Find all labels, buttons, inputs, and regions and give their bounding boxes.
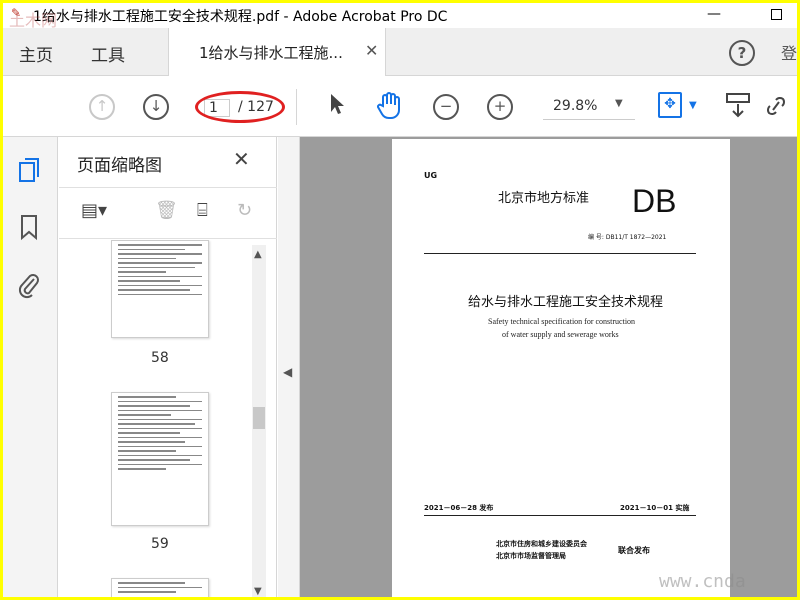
- standard-type: 北京市地方标准: [498, 191, 590, 206]
- acrobat-window: ✎ 1给水与排水工程施工安全技术规程.pdf - Adobe Acrobat P…: [3, 3, 797, 597]
- implement-date: 2021－10－01 实施: [620, 504, 690, 512]
- english-title-line1: Safety technical specification for const…: [488, 317, 636, 326]
- thumbnail-page[interactable]: [111, 240, 209, 338]
- options-menu-icon[interactable]: ▤▾: [81, 200, 107, 221]
- hand-tool-icon[interactable]: [375, 92, 405, 126]
- fit-page-icon[interactable]: ✥: [658, 92, 682, 118]
- zoom-value: 29.8%: [553, 98, 598, 114]
- left-nav-rail: [3, 137, 58, 597]
- page-thumbnails-icon[interactable]: [17, 157, 41, 191]
- scroll-down-icon[interactable]: ▼: [254, 586, 262, 597]
- help-icon[interactable]: ?: [729, 40, 755, 66]
- pdf-page: UG 北京市地方标准 DB 编 号: DB11/T 1872—2021 给水与排…: [392, 139, 730, 597]
- thumbnail-page[interactable]: [111, 392, 209, 526]
- panel-title: 页面缩略图: [77, 156, 162, 176]
- thumbnail-label: 59: [151, 536, 169, 552]
- bookmark-icon[interactable]: [17, 213, 41, 247]
- tab-home[interactable]: 主页: [19, 41, 53, 66]
- scan-icon[interactable]: [725, 92, 751, 125]
- select-cursor-icon[interactable]: [329, 92, 345, 122]
- collapse-panel-button[interactable]: ◀: [278, 137, 300, 597]
- watermark: www.cnda: [659, 571, 746, 592]
- thumbnail-label: 58: [151, 350, 169, 366]
- standard-code: 编 号: DB11/T 1872—2021: [588, 234, 667, 241]
- minimize-button[interactable]: —: [699, 3, 729, 27]
- document-title: 给水与排水工程施工安全技术规程: [468, 295, 664, 310]
- window-title: 1给水与排水工程施工安全技术规程.pdf - Adobe Acrobat Pro…: [33, 9, 448, 25]
- delete-icon[interactable]: 🗑: [155, 200, 178, 221]
- zoom-select[interactable]: 29.8% ▼: [543, 94, 635, 120]
- tab-tools[interactable]: 工具: [91, 41, 125, 66]
- chevron-down-icon[interactable]: ▼: [689, 100, 697, 111]
- maximize-button[interactable]: [761, 3, 791, 27]
- main-toolbar: ↑ ↓ 1 / 127 − + 29.8% ▼ ✥ ▼: [3, 77, 797, 137]
- document-tab-label: 1给水与排水工程施...: [199, 44, 343, 62]
- thumbnail-page[interactable]: [111, 578, 209, 597]
- document-viewer: ◀ UG 北京市地方标准 DB 编 号: DB11/T 1872—2021 给水…: [278, 137, 797, 597]
- chevron-down-icon: ▼: [615, 98, 623, 109]
- joint-release: 联合发布: [618, 546, 650, 555]
- english-title-line2: of water supply and sewerage works: [502, 330, 619, 339]
- issuer: 北京市市场监督管理局: [496, 552, 566, 560]
- zoom-out-button[interactable]: −: [433, 94, 459, 120]
- ug-label: UG: [424, 171, 438, 180]
- watermark: 土木网: [9, 11, 58, 30]
- thumbnail-toolbar: ▤▾ 🗑 ⌸ ↻: [59, 187, 277, 239]
- scrollbar-thumb[interactable]: [253, 407, 265, 429]
- next-page-button[interactable]: ↓: [143, 94, 169, 120]
- attachment-icon[interactable]: [17, 271, 41, 305]
- prev-page-button[interactable]: ↑: [89, 94, 115, 120]
- zoom-in-button[interactable]: +: [487, 94, 513, 120]
- thumbnail-list: 58 59: [59, 240, 259, 597]
- chevron-left-icon: ◀: [283, 365, 293, 379]
- rotate-icon[interactable]: ↻: [237, 200, 252, 221]
- close-panel-button[interactable]: ✕: [233, 147, 250, 171]
- close-tab-button[interactable]: ✕: [365, 41, 378, 60]
- issuer: 北京市住房和城乡建设委员会: [496, 540, 587, 548]
- scroll-up-icon[interactable]: ▲: [254, 249, 262, 260]
- highlight-oval: [195, 91, 285, 123]
- insert-page-icon[interactable]: ⌸: [197, 200, 208, 221]
- publish-date: 2021－06－28 发布: [424, 504, 494, 512]
- link-icon[interactable]: [761, 92, 791, 125]
- db-mark: DB: [632, 183, 677, 219]
- title-bar: ✎ 1给水与排水工程施工安全技术规程.pdf - Adobe Acrobat P…: [3, 3, 797, 27]
- thumbnails-panel: 页面缩略图 ✕ ▤▾ 🗑 ⌸ ↻ 58 59 ▲ ▼: [59, 137, 277, 597]
- divider: [424, 253, 696, 254]
- thumbnail-scrollbar[interactable]: ▲ ▼: [252, 245, 266, 597]
- toolbar-divider: [296, 89, 297, 125]
- tab-bar: 主页 工具 1给水与排水工程施... ✕ ? 登: [3, 28, 797, 76]
- tab-document[interactable]: 1给水与排水工程施... ✕: [168, 28, 386, 76]
- divider: [424, 515, 696, 516]
- sign-in-icon[interactable]: 登: [781, 40, 797, 64]
